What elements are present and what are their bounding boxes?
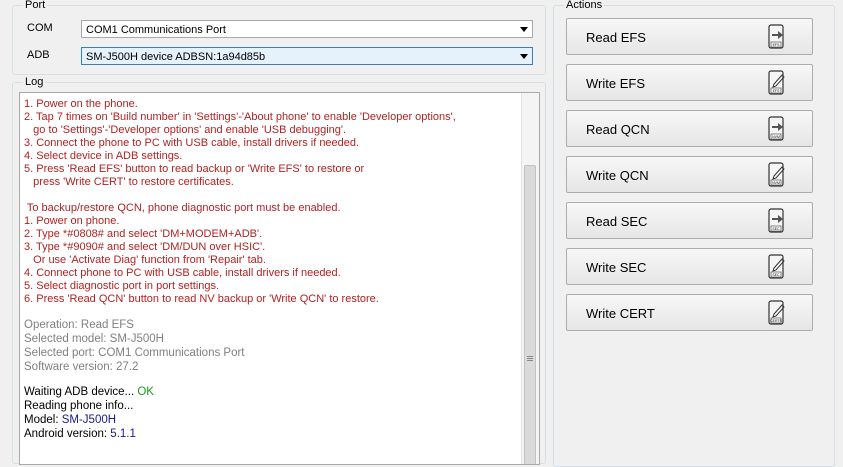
log-legend: Log <box>23 75 46 89</box>
read-qcn-button[interactable]: Read QCN NVM <box>566 110 813 147</box>
log-scrollbar[interactable] <box>521 93 539 464</box>
action-button-label: Write QCN <box>586 168 649 183</box>
read-sec-icon: SEC <box>768 208 784 233</box>
log-reading: Reading phone info... <box>24 400 134 412</box>
svg-text:EFS: EFS <box>773 43 780 47</box>
log-line: To backup/restore QCN, phone diagnostic … <box>24 202 341 214</box>
log-info-line: Selected port: COM1 Communications Port <box>24 347 245 359</box>
log-line: 5. Press 'Read EFS' button to read backu… <box>24 163 365 175</box>
write-qcn-icon: NVM <box>768 162 785 187</box>
log-line: 6. Press 'Read QCN' button to read NV ba… <box>24 293 379 305</box>
action-button-label: Write CERT <box>586 306 655 321</box>
action-button-label: Write SEC <box>586 260 647 275</box>
log-line: 1. Power on phone. <box>24 215 120 227</box>
log-line: go to 'Settings'-'Developer options' and… <box>24 124 347 136</box>
port-group: Port COM COM1 Communications Port ADB SM… <box>12 0 546 75</box>
log-info-line: Selected model: SM-J500H <box>24 333 164 345</box>
action-button-label: Read EFS <box>586 30 646 45</box>
log-ok-status: OK <box>137 386 154 398</box>
svg-text:NVM: NVM <box>772 181 780 185</box>
write-cert-button[interactable]: Write CERT CERTS <box>566 294 813 331</box>
com-port-select[interactable]: COM1 Communications Port <box>81 20 533 38</box>
chevron-down-icon[interactable] <box>520 54 528 59</box>
port-legend: Port <box>23 0 48 12</box>
action-button-label: Read SEC <box>586 214 648 229</box>
svg-text:SEC: SEC <box>772 227 780 231</box>
log-group: Log 1. Power on the phone. 2. Tap 7 times… <box>12 75 546 465</box>
log-line: Or use 'Activate Diag' function from 'Re… <box>24 254 266 266</box>
chevron-down-icon[interactable] <box>520 27 528 32</box>
write-sec-icon: SEC <box>768 254 785 279</box>
svg-text:NVM: NVM <box>772 135 780 139</box>
svg-text:CERTS: CERTS <box>770 319 782 323</box>
action-button-label: Read QCN <box>586 122 650 137</box>
write-efs-icon: EFS <box>768 70 785 95</box>
write-qcn-button[interactable]: Write QCN NVM <box>566 156 813 193</box>
log-android-value: 5.1.1 <box>110 428 136 440</box>
com-port-value: COM1 Communications Port <box>86 24 226 36</box>
read-sec-button[interactable]: Read SEC SEC <box>566 202 813 239</box>
read-efs-icon: EFS <box>768 24 784 49</box>
log-line: 2. Tap 7 times on 'Build number' in 'Set… <box>24 111 456 123</box>
log-textbox[interactable]: 1. Power on the phone. 2. Tap 7 times on … <box>19 92 540 465</box>
log-line: 3. Type *#9090# and select 'DM/DUN over … <box>24 241 266 253</box>
action-button-label: Write EFS <box>586 76 645 91</box>
log-line: 4. Select device in ADB settings. <box>24 150 183 162</box>
log-line: 3. Connect the phone to PC with USB cabl… <box>24 137 360 149</box>
adb-device-select[interactable]: SM-J500H device ADBSN:1a94d85b <box>81 47 533 65</box>
log-model: Model: SM-J500H <box>24 414 117 426</box>
adb-label: ADB <box>27 49 50 61</box>
log-android: Android version: 5.1.1 <box>24 428 136 440</box>
read-efs-button[interactable]: Read EFS EFS <box>566 18 813 55</box>
read-qcn-icon: NVM <box>768 116 784 141</box>
actions-group: Actions Read EFS EFS Write EFS EFS Read QCN N… <box>553 0 835 467</box>
com-label: COM <box>27 22 53 34</box>
write-cert-icon: CERTS <box>768 300 785 325</box>
adb-device-value: SM-J500H device ADBSN:1a94d85b <box>86 51 266 63</box>
log-info-line: Software version: 27.2 <box>24 361 139 373</box>
log-info-line: Operation: Read EFS <box>24 319 134 331</box>
log-model-value: SM-J500H <box>61 414 117 426</box>
log-line: press 'Write CERT' to restore certificat… <box>24 176 234 188</box>
log-line: 5. Select diagnostic port in port settin… <box>24 280 220 292</box>
log-line: 4. Connect phone to PC with USB cable, i… <box>24 267 341 279</box>
svg-text:EFS: EFS <box>773 89 780 93</box>
log-waiting: Waiting ADB device... OK <box>24 386 154 398</box>
actions-legend: Actions <box>564 0 605 12</box>
log-line: 1. Power on the phone. <box>24 98 138 110</box>
svg-text:SEC: SEC <box>772 273 780 277</box>
log-line: 2. Type *#0808# and select 'DM+MODEM+ADB… <box>24 228 263 240</box>
log-scrollbar-thumb[interactable] <box>524 165 536 464</box>
write-efs-button[interactable]: Write EFS EFS <box>566 64 813 101</box>
write-sec-button[interactable]: Write SEC SEC <box>566 248 813 285</box>
